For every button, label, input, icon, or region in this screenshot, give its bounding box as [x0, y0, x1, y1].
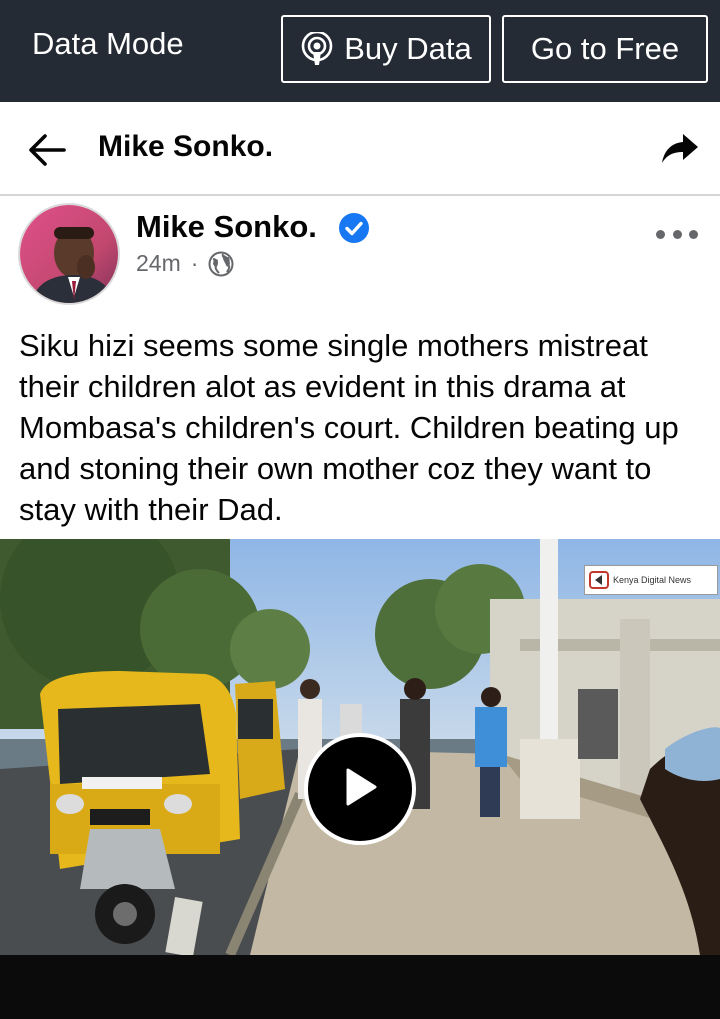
bottom-bar	[0, 955, 720, 1019]
watermark-logo-icon	[589, 571, 609, 589]
data-mode-label: Data Mode	[32, 26, 184, 61]
dot	[689, 229, 698, 239]
post-meta: 24m ·	[136, 250, 234, 277]
podcast-icon	[300, 30, 334, 66]
globe-icon	[208, 251, 234, 277]
buy-data-label: Buy Data	[344, 31, 472, 66]
play-icon	[342, 767, 378, 812]
more-dots-icon[interactable]	[656, 224, 698, 244]
dot	[672, 229, 682, 239]
go-to-free-button[interactable]: Go to Free	[502, 15, 708, 83]
page-header: Mike Sonko.	[0, 102, 720, 196]
arrow-left-icon[interactable]	[26, 129, 68, 171]
data-mode-bar: Data Mode Buy Data Go to Free	[0, 0, 720, 102]
avatar[interactable]	[18, 203, 120, 305]
author-name[interactable]: Mike Sonko.	[136, 209, 317, 245]
verified-badge-icon	[338, 212, 370, 244]
play-button[interactable]	[304, 733, 416, 845]
meta-separator: ·	[190, 250, 199, 276]
page-title: Mike Sonko.	[98, 130, 274, 163]
watermark-text: Kenya Digital News	[613, 575, 692, 585]
post-text: Siku hizi seems some single mothers mist…	[19, 328, 679, 527]
post-time[interactable]: 24m	[136, 250, 181, 277]
buy-data-button[interactable]: Buy Data	[281, 15, 491, 83]
go-to-free-label: Go to Free	[530, 31, 680, 66]
video-watermark: Kenya Digital News	[584, 565, 718, 595]
share-arrow-icon[interactable]	[660, 128, 700, 168]
dot	[656, 229, 665, 239]
